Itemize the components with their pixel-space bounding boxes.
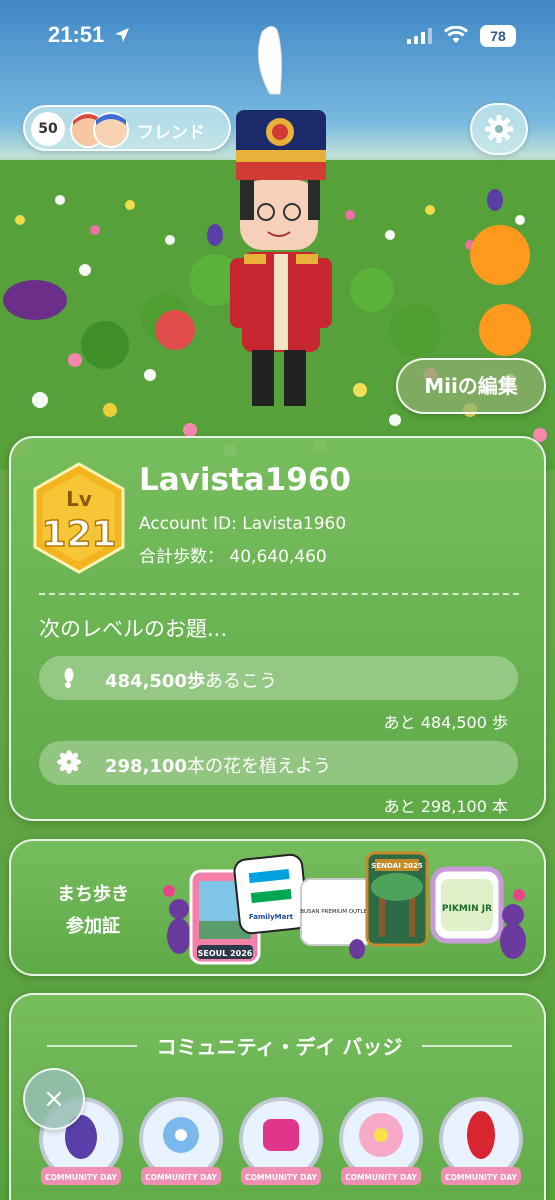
settings-button[interactable] — [470, 103, 528, 155]
location-arrow-icon — [115, 28, 129, 42]
close-button[interactable]: × — [23, 1068, 85, 1130]
community-badge-4: COMMUNITY DAY — [339, 1097, 423, 1185]
task-flowers-value: 298,100 — [105, 756, 187, 777]
svg-text:BUSAN PREMIUM OUTLETS: BUSAN PREMIUM OUTLETS — [300, 909, 374, 915]
town-walk-pass-card[interactable]: まち歩き 参加証 SEOUL 2026 FamilyMart BUSAN PRE… — [9, 839, 546, 976]
task-flowers-remaining: あと 298,100 本 — [383, 797, 508, 816]
community-day-badges: COMMUNITY DAY COMMUNITY DAY COMMUNITY DA… — [39, 1097, 523, 1185]
badge-sendai-2025: SENDAI 2025 — [365, 851, 429, 947]
friend-count-badge: 50 — [31, 112, 65, 146]
community-day-card[interactable]: コミュニティ・デイ バッジ COMMUNITY DAY COMMUNITY DA… — [9, 993, 546, 1200]
task-steps-label: あるこう — [204, 671, 277, 692]
total-steps: 合計歩数： 40,640,460 — [139, 547, 327, 567]
username: Lavista1960 — [139, 462, 351, 498]
town-walk-pass-label: まち歩き 参加証 — [57, 884, 129, 937]
badge-pikmin-jr: PIKMIN JR — [430, 866, 504, 944]
title-rule-right — [422, 1045, 512, 1047]
friend-avatars-icon — [70, 112, 129, 148]
svg-text:COMMUNITY DAY: COMMUNITY DAY — [345, 1173, 417, 1182]
edit-mii-button[interactable]: Miiの編集 — [396, 358, 546, 414]
next-level-title: 次のレベルのお題... — [39, 617, 228, 641]
svg-text:COMMUNITY DAY: COMMUNITY DAY — [45, 1173, 117, 1182]
task-steps-value: 484,500歩 — [105, 671, 205, 692]
level-prefix: Lv — [66, 487, 92, 511]
profile-card: Lv 121 Lavista1960 Account ID: Lavista19… — [9, 436, 546, 821]
level-number: 121 — [41, 514, 116, 555]
community-badge-3: COMMUNITY DAY — [239, 1097, 323, 1185]
footprint-icon — [64, 668, 74, 688]
community-badge-2: COMMUNITY DAY — [139, 1097, 223, 1185]
account-id: Account ID: Lavista1960 — [139, 514, 347, 534]
mii-scene: 21:51 78 50 フレンド Miiの編集 — [0, 0, 555, 470]
task-flowers-label: 本の花を植えよう — [186, 756, 331, 777]
mii-character — [230, 26, 332, 406]
divider — [39, 593, 519, 595]
badge-busan-outlets: BUSAN PREMIUM OUTLETS — [300, 878, 374, 959]
level-badge: Lv 121 — [33, 462, 125, 574]
task-steps-remaining: あと 484,500 歩 — [383, 713, 508, 732]
svg-text:COMMUNITY DAY: COMMUNITY DAY — [445, 1173, 517, 1182]
svg-text:COMMUNITY DAY: COMMUNITY DAY — [145, 1173, 217, 1182]
wifi-icon — [444, 26, 468, 43]
svg-text:FamilyMart: FamilyMart — [249, 913, 294, 921]
task-steps: 484,500歩あるこう — [39, 656, 518, 700]
community-badge-5: COMMUNITY DAY — [439, 1097, 523, 1185]
gear-icon — [485, 115, 513, 143]
svg-text:COMMUNITY DAY: COMMUNITY DAY — [245, 1173, 317, 1182]
friends-button[interactable]: 50 フレンド — [23, 105, 231, 151]
svg-text:SEOUL 2026: SEOUL 2026 — [198, 949, 253, 958]
svg-text:SENDAI 2025: SENDAI 2025 — [371, 862, 423, 870]
friends-label: フレンド — [137, 123, 205, 143]
battery-indicator: 78 — [480, 25, 516, 47]
flower-icon — [57, 750, 81, 774]
town-walk-pass-badges: SEOUL 2026 FamilyMart BUSAN PREMIUM OUTL… — [163, 851, 526, 965]
status-time: 21:51 — [48, 22, 105, 47]
svg-text:PIKMIN JR: PIKMIN JR — [442, 904, 492, 914]
task-flowers: 298,100本の花を植えよう — [39, 741, 518, 785]
cellular-signal-icon — [407, 28, 432, 44]
badge-familymart: FamilyMart — [233, 853, 309, 935]
